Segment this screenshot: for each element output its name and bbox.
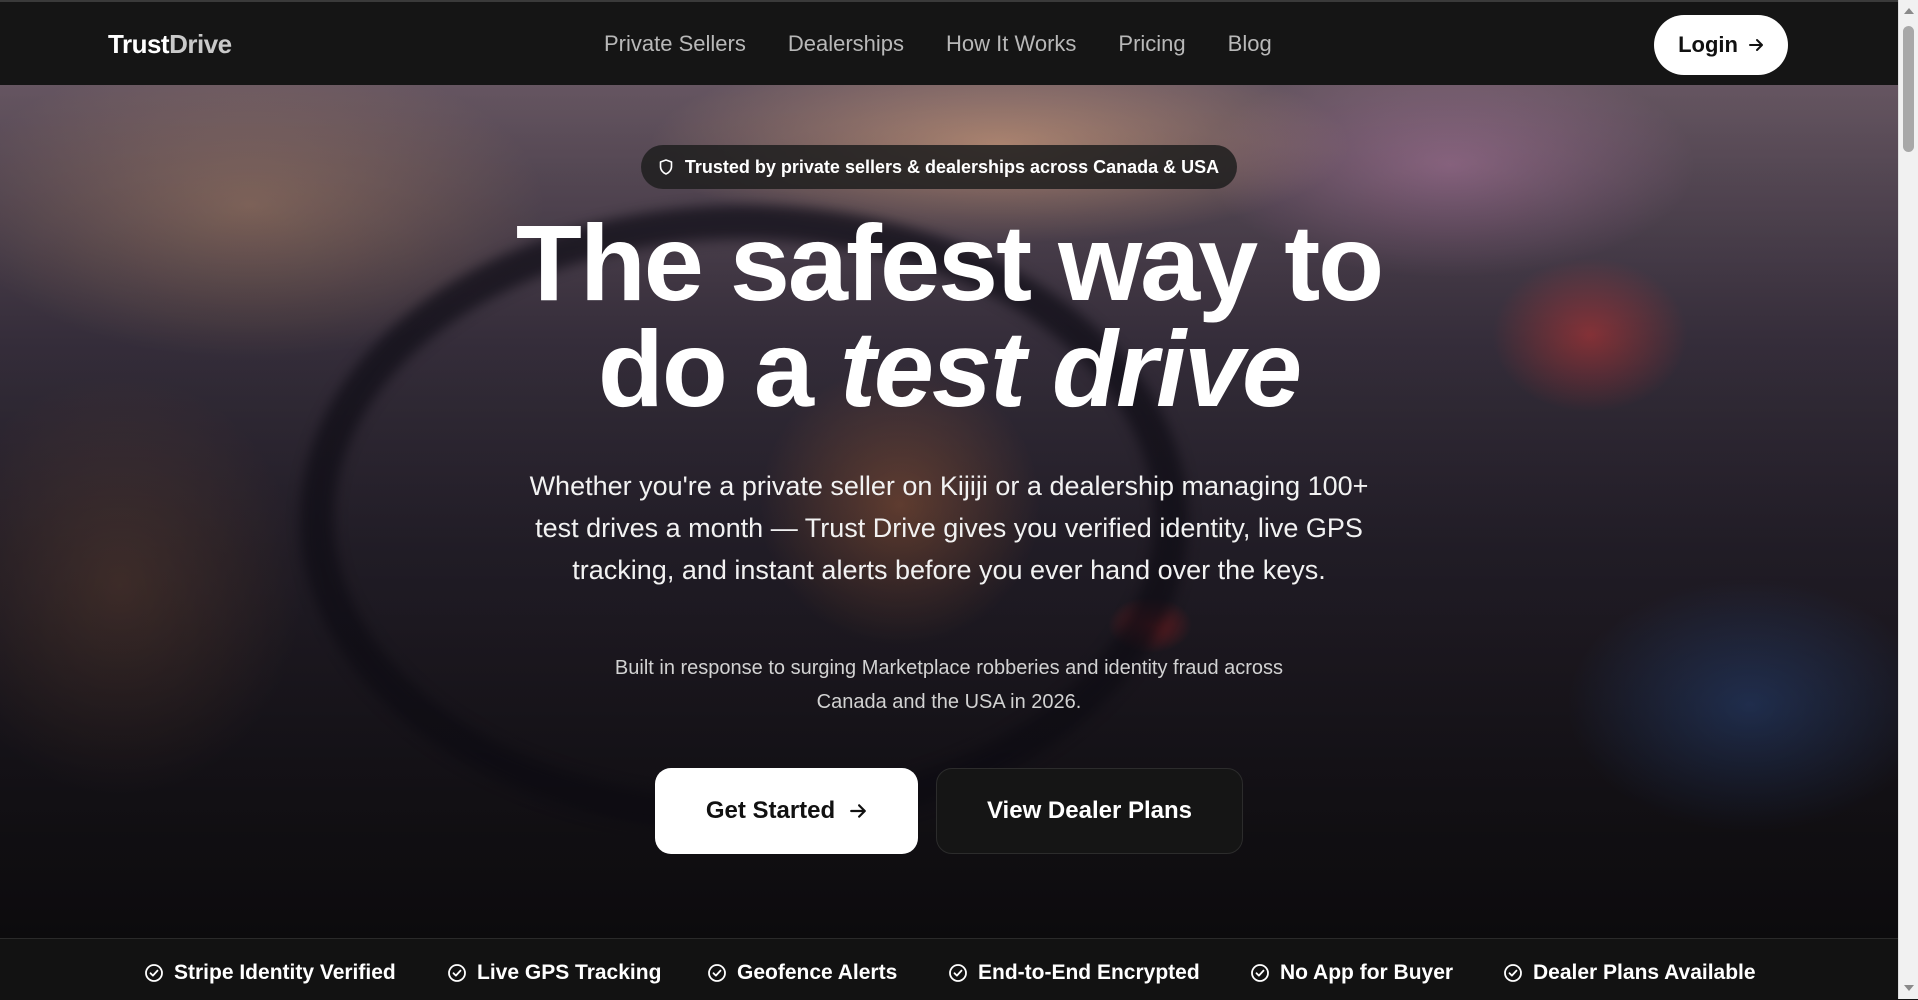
get-started-button[interactable]: Get Started	[655, 768, 918, 854]
check-circle-icon	[1504, 964, 1522, 982]
page-scrollbar[interactable]	[1898, 0, 1918, 999]
nav-link-dealerships[interactable]: Dealerships	[788, 31, 904, 57]
scroll-down-arrow-icon[interactable]	[1904, 985, 1914, 991]
headline-line-1: The safest way to	[515, 202, 1384, 323]
check-circle-icon	[708, 964, 726, 982]
feature-no-app: No App for Buyer	[1250, 961, 1453, 985]
feature-geofence-alerts: Geofence Alerts	[707, 961, 897, 985]
login-button[interactable]: Login	[1654, 15, 1788, 75]
scroll-up-arrow-icon[interactable]	[1904, 8, 1914, 14]
feature-label: Dealer Plans Available	[1533, 961, 1756, 984]
logo-secondary: Drive	[169, 29, 232, 59]
feature-label: End-to-End Encrypted	[978, 961, 1200, 984]
arrow-right-icon	[1748, 39, 1763, 51]
feature-label: No App for Buyer	[1280, 961, 1454, 984]
view-dealer-plans-label: View Dealer Plans	[986, 797, 1192, 824]
headline-line-2-plain: do a	[597, 308, 840, 429]
feature-gps-tracking: Live GPS Tracking	[447, 961, 661, 985]
check-circle-icon	[145, 964, 163, 982]
hero-subheading: Whether you're a private seller on Kijij…	[529, 471, 1369, 585]
arrow-right-icon	[850, 804, 867, 818]
trust-badge: Trusted by private sellers & dealerships…	[641, 145, 1237, 189]
nav-link-blog[interactable]: Blog	[1228, 31, 1272, 57]
logo-primary: Trust	[108, 29, 170, 59]
features-strip: Stripe Identity Verified Live GPS Tracki…	[0, 938, 1898, 1000]
hero-headline: The safest way to do a test drive	[0, 202, 1898, 423]
check-circle-icon	[448, 964, 466, 982]
logo[interactable]: TrustDrive	[108, 29, 232, 60]
nav-links: Private Sellers Dealerships How It Works…	[604, 31, 1314, 57]
check-circle-icon	[1251, 964, 1269, 982]
headline-line-2-italic: test drive	[839, 308, 1302, 429]
shield-icon	[659, 159, 673, 175]
feature-label: Live GPS Tracking	[477, 961, 662, 984]
headline-line-2: do a test drive	[0, 315, 1898, 423]
trust-badge-text: Trusted by private sellers & dealerships…	[684, 156, 1220, 177]
nav-link-how-it-works[interactable]: How It Works	[946, 31, 1076, 57]
view-dealer-plans-button[interactable]: View Dealer Plans	[936, 768, 1243, 854]
scrollbar-thumb[interactable]	[1903, 26, 1914, 152]
feature-dealer-plans: Dealer Plans Available	[1503, 961, 1756, 985]
nav-link-pricing[interactable]: Pricing	[1118, 31, 1185, 57]
feature-encrypted: End-to-End Encrypted	[948, 961, 1200, 985]
top-navbar: TrustDrive Private Sellers Dealerships H…	[0, 0, 1898, 85]
hero-note: Built in response to surging Marketplace…	[614, 657, 1284, 713]
check-circle-icon	[949, 964, 967, 982]
get-started-label: Get Started	[705, 797, 836, 824]
nav-link-private-sellers[interactable]: Private Sellers	[604, 31, 746, 57]
feature-label: Stripe Identity Verified	[174, 961, 396, 984]
feature-stripe-identity: Stripe Identity Verified	[144, 961, 396, 985]
login-label: Login	[1678, 32, 1738, 57]
feature-label: Geofence Alerts	[737, 961, 898, 984]
hero-section: Trusted by private sellers & dealerships…	[0, 85, 1898, 938]
